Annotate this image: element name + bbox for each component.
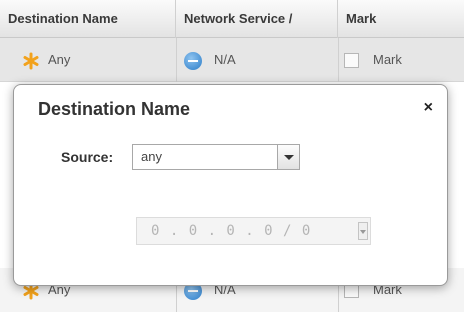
- service-cell[interactable]: N/A: [184, 38, 236, 82]
- ip-address-value: 0 . 0 . 0 . 0 / 0: [151, 223, 312, 239]
- source-select[interactable]: any: [132, 144, 300, 170]
- mark-label: Mark: [373, 52, 402, 67]
- table-row[interactable]: Any N/A Mark: [0, 38, 464, 82]
- ip-dropdown-icon: [358, 222, 368, 240]
- ip-address-field: 0 . 0 . 0 . 0 / 0: [136, 217, 371, 245]
- minus-circle-icon: [184, 51, 202, 70]
- mark-checkbox[interactable]: [344, 53, 359, 69]
- service-value: N/A: [214, 52, 236, 67]
- source-select-value: any: [141, 149, 162, 164]
- chevron-down-icon[interactable]: [277, 145, 299, 169]
- source-label: Source:: [61, 149, 114, 165]
- asterisk-star-icon: [23, 52, 39, 70]
- destination-cell[interactable]: Any: [22, 38, 70, 82]
- close-icon[interactable]: ×: [424, 99, 433, 117]
- table-header: Destination Name Network Service / Mark: [0, 0, 464, 38]
- destination-value: Any: [48, 52, 71, 67]
- column-header-destination-name[interactable]: Destination Name: [0, 0, 176, 38]
- mark-cell[interactable]: Mark: [344, 38, 402, 82]
- column-header-mark[interactable]: Mark: [338, 0, 464, 38]
- destination-name-popup: Destination Name × Source: any 0 . 0 . 0…: [13, 84, 448, 286]
- popup-title: Destination Name: [38, 99, 191, 119]
- column-header-network-service[interactable]: Network Service /: [176, 0, 338, 38]
